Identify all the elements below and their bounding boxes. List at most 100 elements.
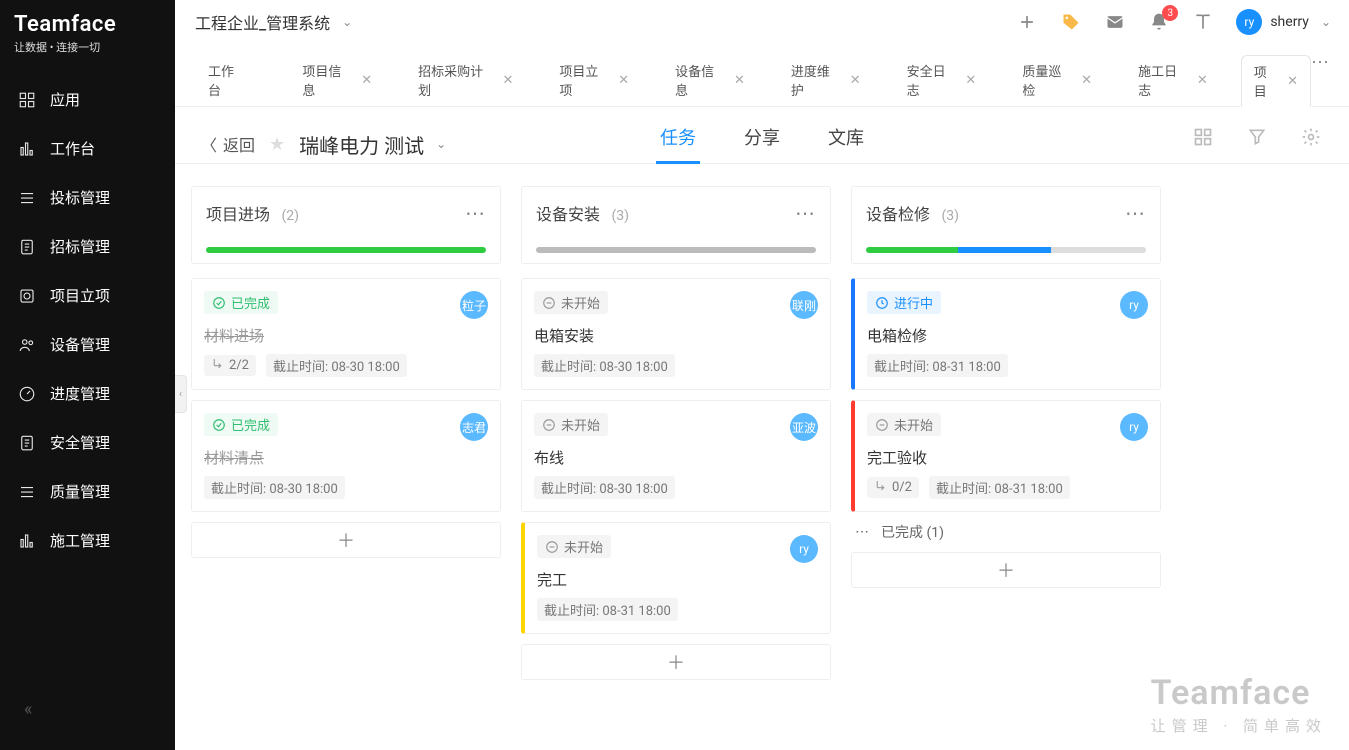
sidebar-item-质量管理[interactable]: 质量管理 <box>0 467 175 516</box>
grid-icon <box>18 91 36 109</box>
card-list: 进行中ry电箱检修截止时间: 08-31 18:00未开始ry完工验收0/2截止… <box>851 278 1161 512</box>
topbar-actions: 3 ry sherry ⌄ <box>1016 9 1331 35</box>
avatar: ry <box>1236 9 1262 35</box>
sidebar-item-招标管理[interactable]: 招标管理 <box>0 222 175 271</box>
meta-badge: 2/2 <box>204 355 256 376</box>
tabbar-more-icon[interactable]: ⋯ <box>1311 52 1331 73</box>
column-count: (2) <box>282 208 300 224</box>
tab-项目[interactable]: 项目 ✕ <box>1241 55 1311 107</box>
topbar: 工程企业_管理系统 ⌄ 3 ry sherry ⌄ <box>175 0 1349 44</box>
filter-icon[interactable] <box>1245 125 1269 149</box>
sidebar-item-label: 安全管理 <box>50 432 110 453</box>
tab-项目信息[interactable]: 项目信息 ✕ <box>289 54 385 106</box>
chart-icon <box>18 532 36 550</box>
status-badge: 已完成 <box>204 413 278 436</box>
sidebar-item-工作台[interactable]: 工作台 <box>0 124 175 173</box>
status-badge: 已完成 <box>204 291 278 314</box>
card-title: 布线 <box>534 447 818 468</box>
task-card[interactable]: 已完成志君材料清点截止时间: 08-30 18:00 <box>191 400 501 512</box>
mail-icon[interactable] <box>1104 11 1126 33</box>
assignee-chip: 联刚 <box>790 291 818 319</box>
user-menu[interactable]: ry sherry ⌄ <box>1236 9 1331 35</box>
done-summary[interactable]: ⋯已完成 (1) <box>851 522 1161 542</box>
tab-进度维护[interactable]: 进度维护 ✕ <box>778 54 874 106</box>
back-button[interactable]: 〈返回 <box>201 132 255 156</box>
collapse-sidebar-button[interactable]: « <box>24 699 32 720</box>
tag-icon[interactable] <box>1060 11 1082 33</box>
sidebar-item-安全管理[interactable]: 安全管理 <box>0 418 175 467</box>
sidebar-item-投标管理[interactable]: 投标管理 <box>0 173 175 222</box>
sidebar-item-施工管理[interactable]: 施工管理 <box>0 516 175 565</box>
task-card[interactable]: 已完成粒子材料进场2/2截止时间: 08-30 18:00 <box>191 278 501 390</box>
tab-label: 进度维护 <box>791 61 842 99</box>
tab-质量巡检[interactable]: 质量巡检 ✕ <box>1009 54 1105 106</box>
tab-设备信息[interactable]: 设备信息✕ <box>662 54 758 106</box>
close-icon[interactable]: ✕ <box>1287 74 1298 89</box>
gear-icon[interactable] <box>1299 125 1323 149</box>
sidebar-item-进度管理[interactable]: 进度管理 <box>0 369 175 418</box>
close-icon[interactable]: ✕ <box>850 73 861 88</box>
add-card-button[interactable]: ＋ <box>521 644 831 680</box>
sidebar-item-设备管理[interactable]: 设备管理 <box>0 320 175 369</box>
tab-label: 项目 <box>1254 62 1279 100</box>
column-count: (3) <box>942 208 960 224</box>
sidebar-item-label: 进度管理 <box>50 383 110 404</box>
task-card[interactable]: 未开始亚波布线截止时间: 08-30 18:00 <box>521 400 831 512</box>
tab-项目立项[interactable]: 项目立项✕ <box>546 54 642 106</box>
tab-label: 质量巡检 <box>1022 61 1073 99</box>
close-icon[interactable]: ✕ <box>965 73 976 88</box>
column-menu-icon[interactable]: ⋯ <box>1125 201 1146 225</box>
page-tab-分享[interactable]: 分享 <box>740 124 784 164</box>
page-tab-文库[interactable]: 文库 <box>824 124 868 164</box>
back-label: 返回 <box>223 132 255 156</box>
tab-安全日志[interactable]: 安全日志✕ <box>894 54 990 106</box>
star-icon[interactable]: ★ <box>269 134 285 155</box>
add-card-button[interactable]: ＋ <box>851 552 1161 588</box>
sidebar-item-应用[interactable]: 应用 <box>0 75 175 124</box>
subtask-icon <box>211 357 224 374</box>
task-card[interactable]: 未开始ry完工截止时间: 08-31 18:00 <box>521 522 831 634</box>
tab-label: 项目信息 <box>302 61 353 99</box>
card-meta: 截止时间: 08-30 18:00 <box>534 354 818 377</box>
close-icon[interactable]: ✕ <box>502 73 513 88</box>
meta-badge: 截止时间: 08-30 18:00 <box>204 476 345 499</box>
close-icon[interactable]: ✕ <box>1197 73 1208 88</box>
sidebar-item-label: 设备管理 <box>50 334 110 355</box>
sidebar: Teamface 让数据 • 连接一切 应用工作台投标管理招标管理项目立项设备管… <box>0 0 175 750</box>
app-title[interactable]: 工程企业_管理系统 ⌄ <box>195 10 352 34</box>
chevron-down-icon: ⌄ <box>436 137 446 151</box>
tab-工作台[interactable]: 工作台 <box>195 54 259 106</box>
close-icon[interactable]: ✕ <box>734 73 745 88</box>
tab-招标采购计划[interactable]: 招标采购计划✕ <box>405 54 526 106</box>
card-meta: 截止时间: 08-30 18:00 <box>204 476 488 499</box>
meta-badge: 截止时间: 08-30 18:00 <box>534 354 675 377</box>
column-menu-icon[interactable]: ⋯ <box>465 201 486 225</box>
column-count: (3) <box>612 208 630 224</box>
logo-title: Teamface <box>14 12 161 37</box>
sidebar-item-项目立项[interactable]: 项目立项 <box>0 271 175 320</box>
task-card[interactable]: 进行中ry电箱检修截止时间: 08-31 18:00 <box>851 278 1161 390</box>
card-title: 完工 <box>537 569 818 590</box>
column-title: 项目进场 <box>206 205 270 224</box>
task-card[interactable]: 未开始联刚电箱安装截止时间: 08-30 18:00 <box>521 278 831 390</box>
column-header: 设备检修 (3)⋯ <box>851 186 1161 264</box>
add-icon[interactable] <box>1016 11 1038 33</box>
task-card[interactable]: 未开始ry完工验收0/2截止时间: 08-31 18:00 <box>851 400 1161 512</box>
main: 工程企业_管理系统 ⌄ 3 ry sherry ⌄ 工作台项目信息✕招标采购计划… <box>175 0 1349 750</box>
meta-badge: 截止时间: 08-30 18:00 <box>266 354 407 377</box>
page-header: 〈返回 ★ 瑞峰电力 测试⌄ 任务分享文库 <box>175 107 1349 164</box>
bell-icon[interactable]: 3 <box>1148 11 1170 33</box>
close-icon[interactable]: ✕ <box>618 73 629 88</box>
book-icon[interactable] <box>1192 11 1214 33</box>
page-title[interactable]: 瑞峰电力 测试⌄ <box>299 130 446 159</box>
grid-view-icon[interactable] <box>1191 125 1215 149</box>
logo: Teamface 让数据 • 连接一切 <box>0 0 175 65</box>
column-menu-icon[interactable]: ⋯ <box>795 201 816 225</box>
close-icon[interactable]: ✕ <box>361 73 372 88</box>
list-icon <box>18 189 36 207</box>
close-icon[interactable]: ✕ <box>1081 73 1092 88</box>
page-tab-任务[interactable]: 任务 <box>656 124 700 164</box>
add-card-button[interactable]: ＋ <box>191 522 501 558</box>
status-badge: 未开始 <box>867 413 941 436</box>
tab-施工日志[interactable]: 施工日志✕ <box>1125 54 1221 106</box>
